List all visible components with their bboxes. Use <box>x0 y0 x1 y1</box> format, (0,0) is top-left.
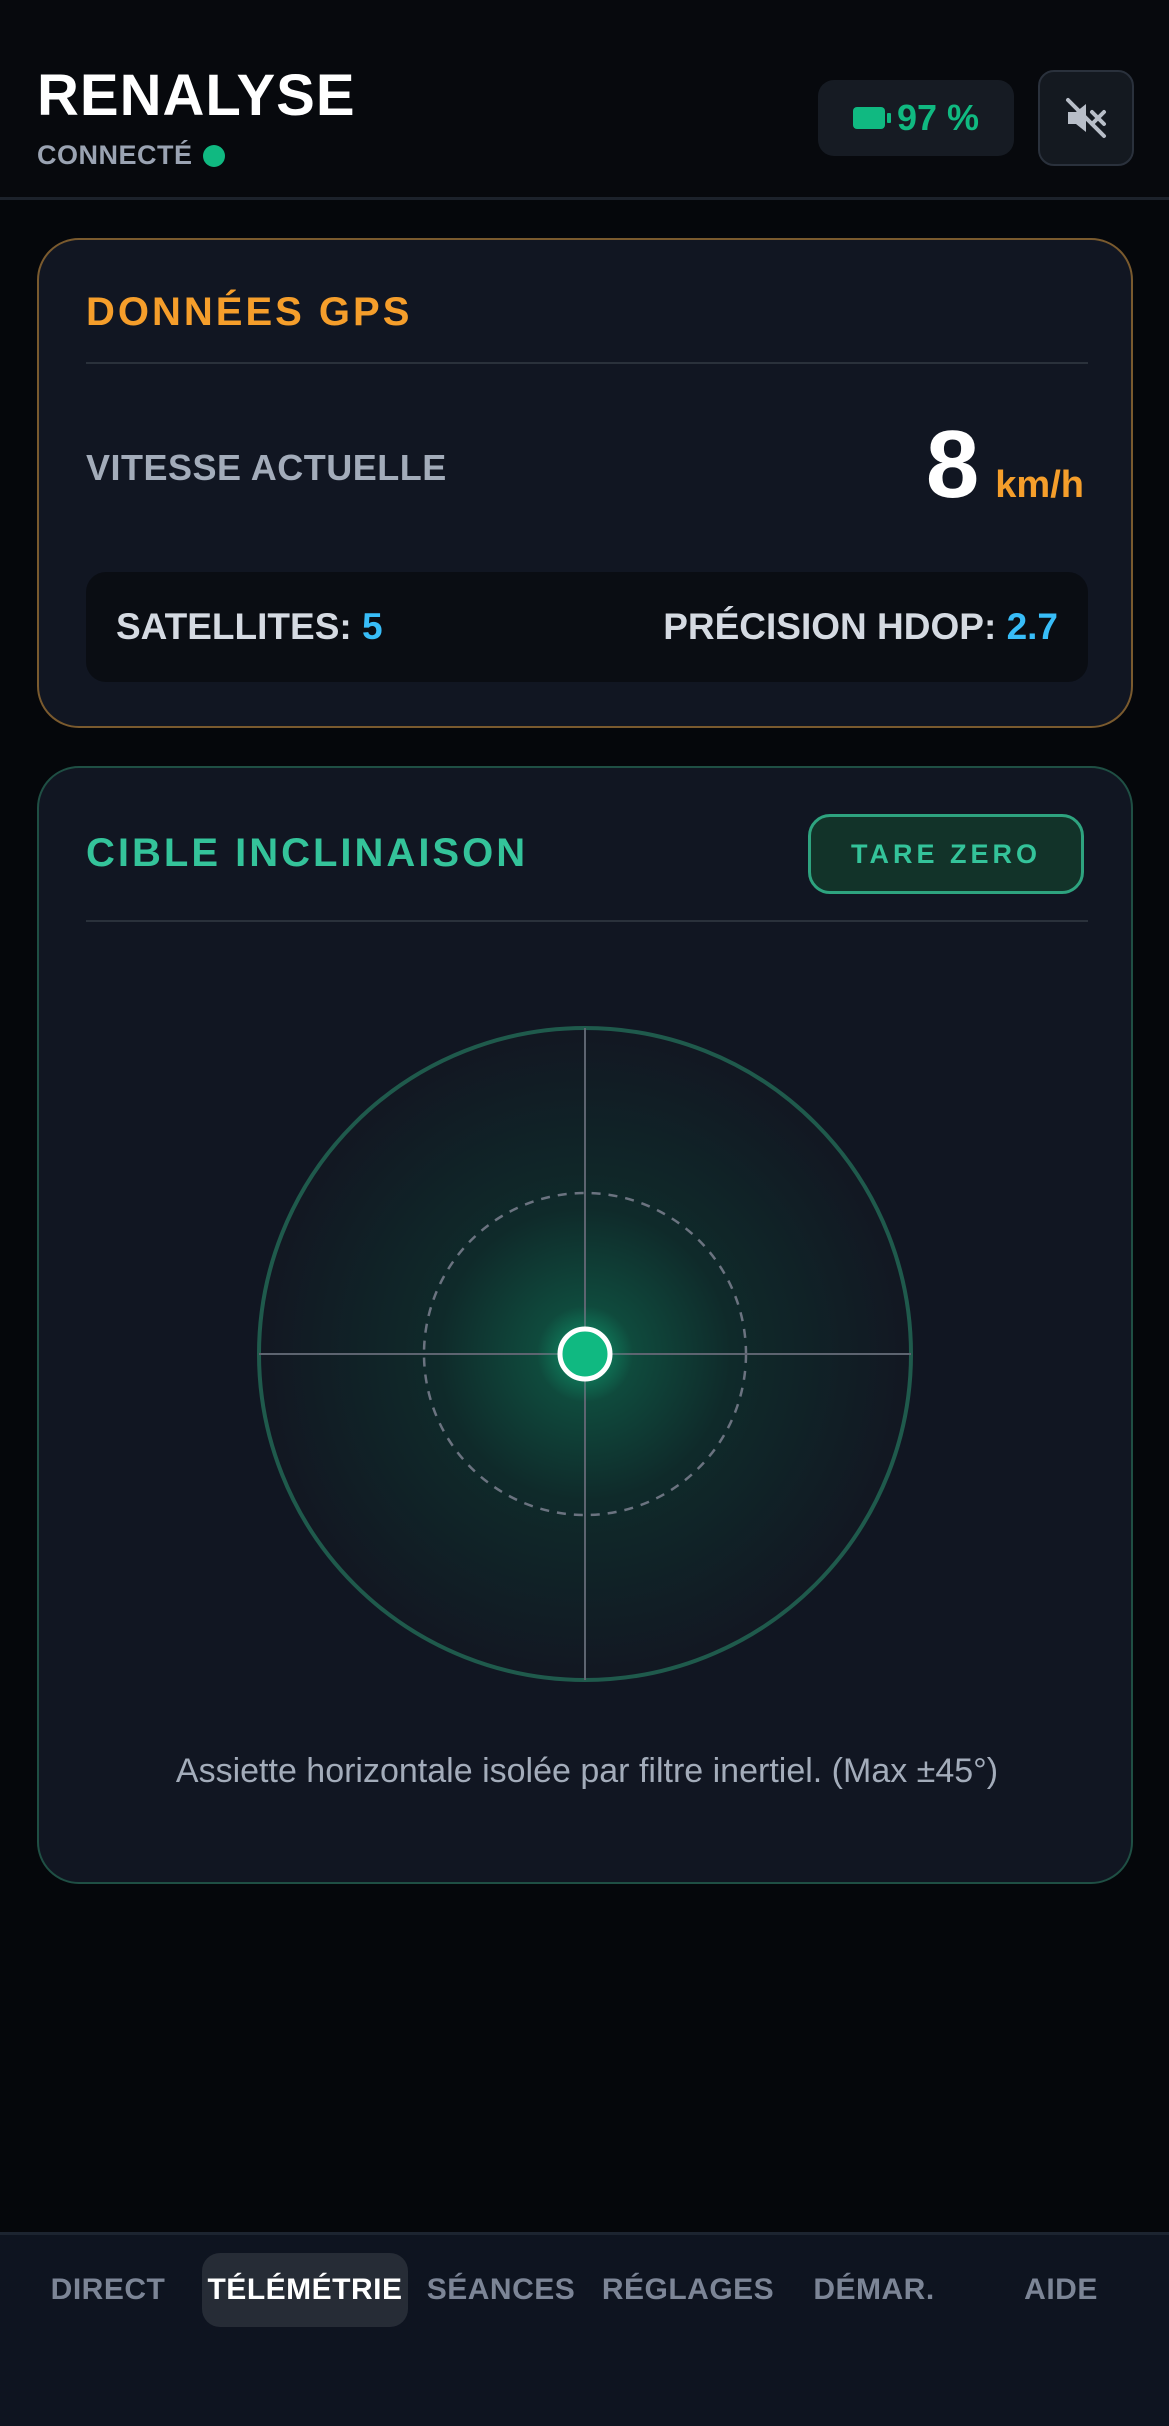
speed-value: 8 <box>925 411 980 518</box>
gps-stats-bar: SATELLITES: 5 PRÉCISION HDOP: 2.7 <box>86 572 1088 682</box>
speed-label: VITESSE ACTUELLE <box>86 447 447 488</box>
speed-unit: km/h <box>995 464 1084 506</box>
tilt-heading: CIBLE INCLINAISON <box>86 831 529 875</box>
nav-item-seances[interactable]: SÉANCES <box>418 2253 584 2327</box>
satellites-stat: SATELLITES: 5 <box>116 606 383 648</box>
bottom-nav: DIRECT TÉLÉMÉTRIE SÉANCES RÉGLAGES DÉMAR… <box>0 2232 1169 2426</box>
connection-dot-icon <box>202 144 225 167</box>
tilt-indicator-dot <box>537 1306 633 1402</box>
tare-zero-button[interactable]: TARE ZERO <box>808 814 1084 894</box>
nav-item-direct[interactable]: DIRECT <box>28 2253 188 2327</box>
satellites-value: 5 <box>361 606 383 647</box>
gps-heading: DONNÉES GPS <box>86 290 413 334</box>
app-title: RENALYSE <box>37 63 356 128</box>
tilt-card: CIBLE INCLINAISON TARE ZERO Assiette hor… <box>37 766 1133 1884</box>
tilt-target <box>257 1026 913 1682</box>
nav-item-reglages[interactable]: RÉGLAGES <box>596 2253 780 2327</box>
satellites-label: SATELLITES: <box>116 606 352 647</box>
gps-card: DONNÉES GPS VITESSE ACTUELLE 8 km/h SATE… <box>37 238 1133 728</box>
battery-level: 97 % <box>896 97 980 138</box>
mute-button[interactable] <box>1038 70 1134 166</box>
hdop-stat: PRÉCISION HDOP: 2.7 <box>663 606 1058 648</box>
app-header: RENALYSE CONNECTÉ 97 % <box>0 0 1169 200</box>
speed-readout: 8 km/h <box>926 410 1084 520</box>
battery-icon <box>852 107 891 129</box>
hdop-label: PRÉCISION HDOP: <box>663 606 997 647</box>
tilt-divider <box>86 920 1088 922</box>
connection-status-label: CONNECTÉ <box>37 140 193 170</box>
nav-item-aide[interactable]: AIDE <box>986 2253 1136 2327</box>
gps-divider <box>86 362 1088 364</box>
nav-item-telemetrie[interactable]: TÉLÉMÉTRIE <box>202 2253 408 2327</box>
nav-item-demar[interactable]: DÉMAR. <box>796 2253 952 2327</box>
battery-badge: 97 % <box>818 80 1014 156</box>
speaker-muted-icon <box>1066 98 1106 138</box>
tilt-note: Assiette horizontale isolée par filtre i… <box>175 1752 999 1790</box>
hdop-value: 2.7 <box>1006 606 1058 647</box>
connection-status: CONNECTÉ <box>37 140 225 171</box>
